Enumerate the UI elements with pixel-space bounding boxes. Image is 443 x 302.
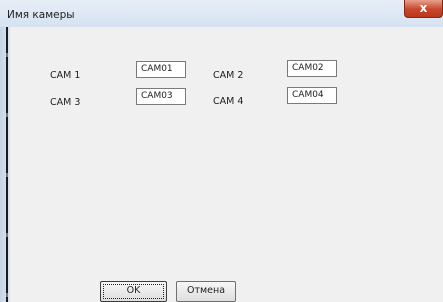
close-button[interactable]: x: [404, 0, 443, 18]
cancel-button[interactable]: Отмена: [176, 281, 236, 302]
title-bar[interactable]: Имя камеры x: [0, 0, 443, 28]
window-title: Имя камеры: [7, 9, 75, 21]
close-icon: x: [419, 1, 428, 15]
cam4-label: CAM 4: [213, 96, 244, 107]
cam1-label: CAM 1: [50, 70, 81, 81]
cam2-label: CAM 2: [213, 70, 244, 81]
window-frame-left: [0, 27, 10, 302]
cam3-name-input[interactable]: CAM03: [136, 88, 186, 105]
cam1-name-input[interactable]: CAM01: [136, 61, 186, 78]
ok-button[interactable]: OK: [100, 281, 167, 302]
dialog-body: CAM 1 CAM01 CAM 2 CAM02 CAM 3 CAM03 CAM …: [10, 27, 443, 302]
cam3-label: CAM 3: [50, 97, 81, 108]
cam4-name-input[interactable]: CAM04: [287, 87, 337, 104]
cam2-name-input[interactable]: CAM02: [287, 60, 337, 77]
